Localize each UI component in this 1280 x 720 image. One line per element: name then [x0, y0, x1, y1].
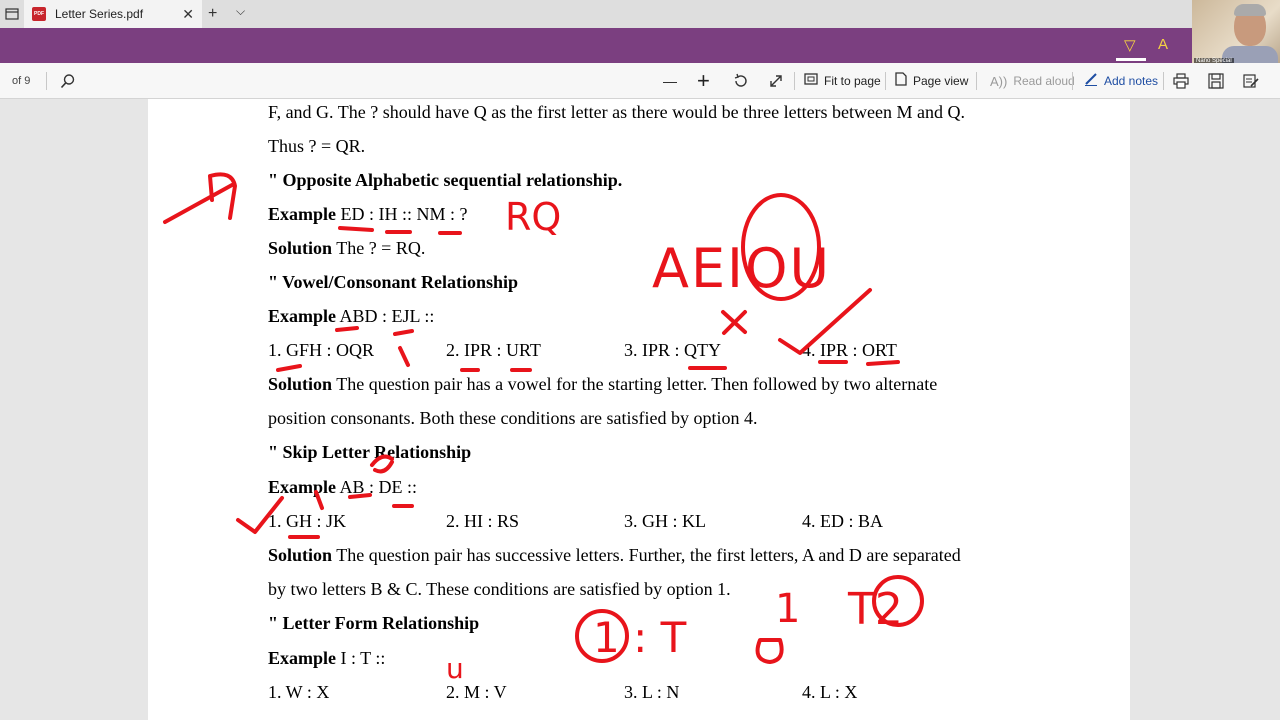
paragraph-line: position consonants. Both these conditio… [268, 408, 758, 428]
highlighter-icon[interactable]: ▽ [1124, 36, 1136, 54]
option-1: 1. W : X [268, 682, 330, 702]
active-tool-indicator [1116, 58, 1146, 61]
fullscreen-icon[interactable] [768, 63, 784, 99]
option-3: 3. IPR : QTY [624, 340, 722, 360]
fit-to-page-label: Fit to page [824, 74, 881, 88]
option-3: 3. GH : KL [624, 511, 706, 531]
divider [46, 72, 47, 90]
paragraph-line: Thus ? = QR. [268, 136, 366, 156]
fit-to-page-button[interactable]: Fit to page [804, 63, 881, 99]
fit-page-icon [804, 72, 818, 90]
example-line: Example ABD : EJL :: [268, 306, 435, 326]
tab-close-button[interactable]: ✕ [182, 6, 194, 23]
pdf-file-icon: PDF [32, 7, 46, 21]
divider [1072, 72, 1073, 90]
browser-title-bar: PDF Letter Series.pdf ✕ + ⌵ [0, 0, 1280, 28]
example-line: Example AB : DE :: [268, 477, 418, 497]
pen-icon [1084, 72, 1098, 91]
text-style-icon[interactable]: A [1158, 36, 1168, 53]
example-line: Example ED : IH :: NM : ? [268, 204, 468, 224]
webcam-overlay: Nano Special [1192, 0, 1280, 66]
annotation-bar: ▽ A [0, 28, 1280, 63]
solution-line: Solution The question pair has successiv… [268, 545, 961, 565]
option-3: 3. L : N [624, 682, 680, 702]
read-aloud-icon: A)) [990, 73, 1008, 89]
rotate-icon[interactable] [733, 63, 749, 99]
page-view-label: Page view [913, 74, 969, 88]
zoom-out-button[interactable]: — [663, 63, 677, 99]
presenter-hair [1234, 4, 1266, 16]
option-4: 4. L : X [802, 682, 858, 702]
tab-title: Letter Series.pdf [55, 7, 144, 21]
read-aloud-button[interactable]: A)) Read aloud [990, 63, 1075, 99]
solution-line: Solution The question pair has a vowel f… [268, 374, 938, 394]
paragraph-line: F, and G. The ? should have Q as the fir… [268, 102, 966, 122]
tab-list-button[interactable]: ⌵ [236, 4, 245, 19]
search-icon[interactable] [60, 63, 76, 99]
add-notes-label: Add notes [1104, 74, 1159, 88]
add-notes-button[interactable]: Add notes [1084, 63, 1158, 99]
tab-letter-series[interactable]: PDF Letter Series.pdf ✕ [24, 0, 202, 28]
save-as-icon[interactable] [1243, 63, 1259, 99]
option-2: 2. HI : RS [446, 511, 520, 531]
new-tab-button[interactable]: + [208, 5, 217, 23]
option-2: 2. IPR : URT [446, 340, 541, 360]
zoom-in-button[interactable]: + [697, 63, 710, 99]
example-line: Example I : T :: [268, 648, 386, 668]
divider [794, 72, 795, 90]
option-2: 2. M : V [446, 682, 507, 702]
page-view-button[interactable]: Page view [895, 63, 968, 99]
section-heading: " Skip Letter Relationship [268, 442, 472, 462]
divider [976, 72, 977, 90]
read-aloud-label: Read aloud [1013, 74, 1075, 88]
option-1: 1. GH : JK [268, 511, 347, 531]
page-view-icon [895, 71, 907, 91]
option-4: 4. IPR : ORT [802, 340, 897, 360]
save-icon[interactable] [1208, 63, 1224, 99]
divider [885, 72, 886, 90]
paragraph-line: by two letters B & C. These conditions a… [268, 579, 731, 599]
section-heading: " Letter Form Relationship [268, 613, 480, 633]
section-heading: " Vowel/Consonant Relationship [268, 272, 519, 292]
page-count: of 9 [12, 75, 31, 87]
print-icon[interactable] [1173, 63, 1189, 99]
option-1: 1. GFH : OQR [268, 340, 375, 360]
pdf-toolbar: of 9 — + Fit to page Page view A)) Read … [0, 63, 1280, 99]
divider [1163, 72, 1164, 90]
section-heading: " Opposite Alphabetic sequential relatio… [268, 170, 623, 190]
option-4: 4. ED : BA [802, 511, 883, 531]
tab-actions-icon[interactable] [0, 0, 24, 28]
solution-line: Solution The ? = RQ. [268, 238, 426, 258]
